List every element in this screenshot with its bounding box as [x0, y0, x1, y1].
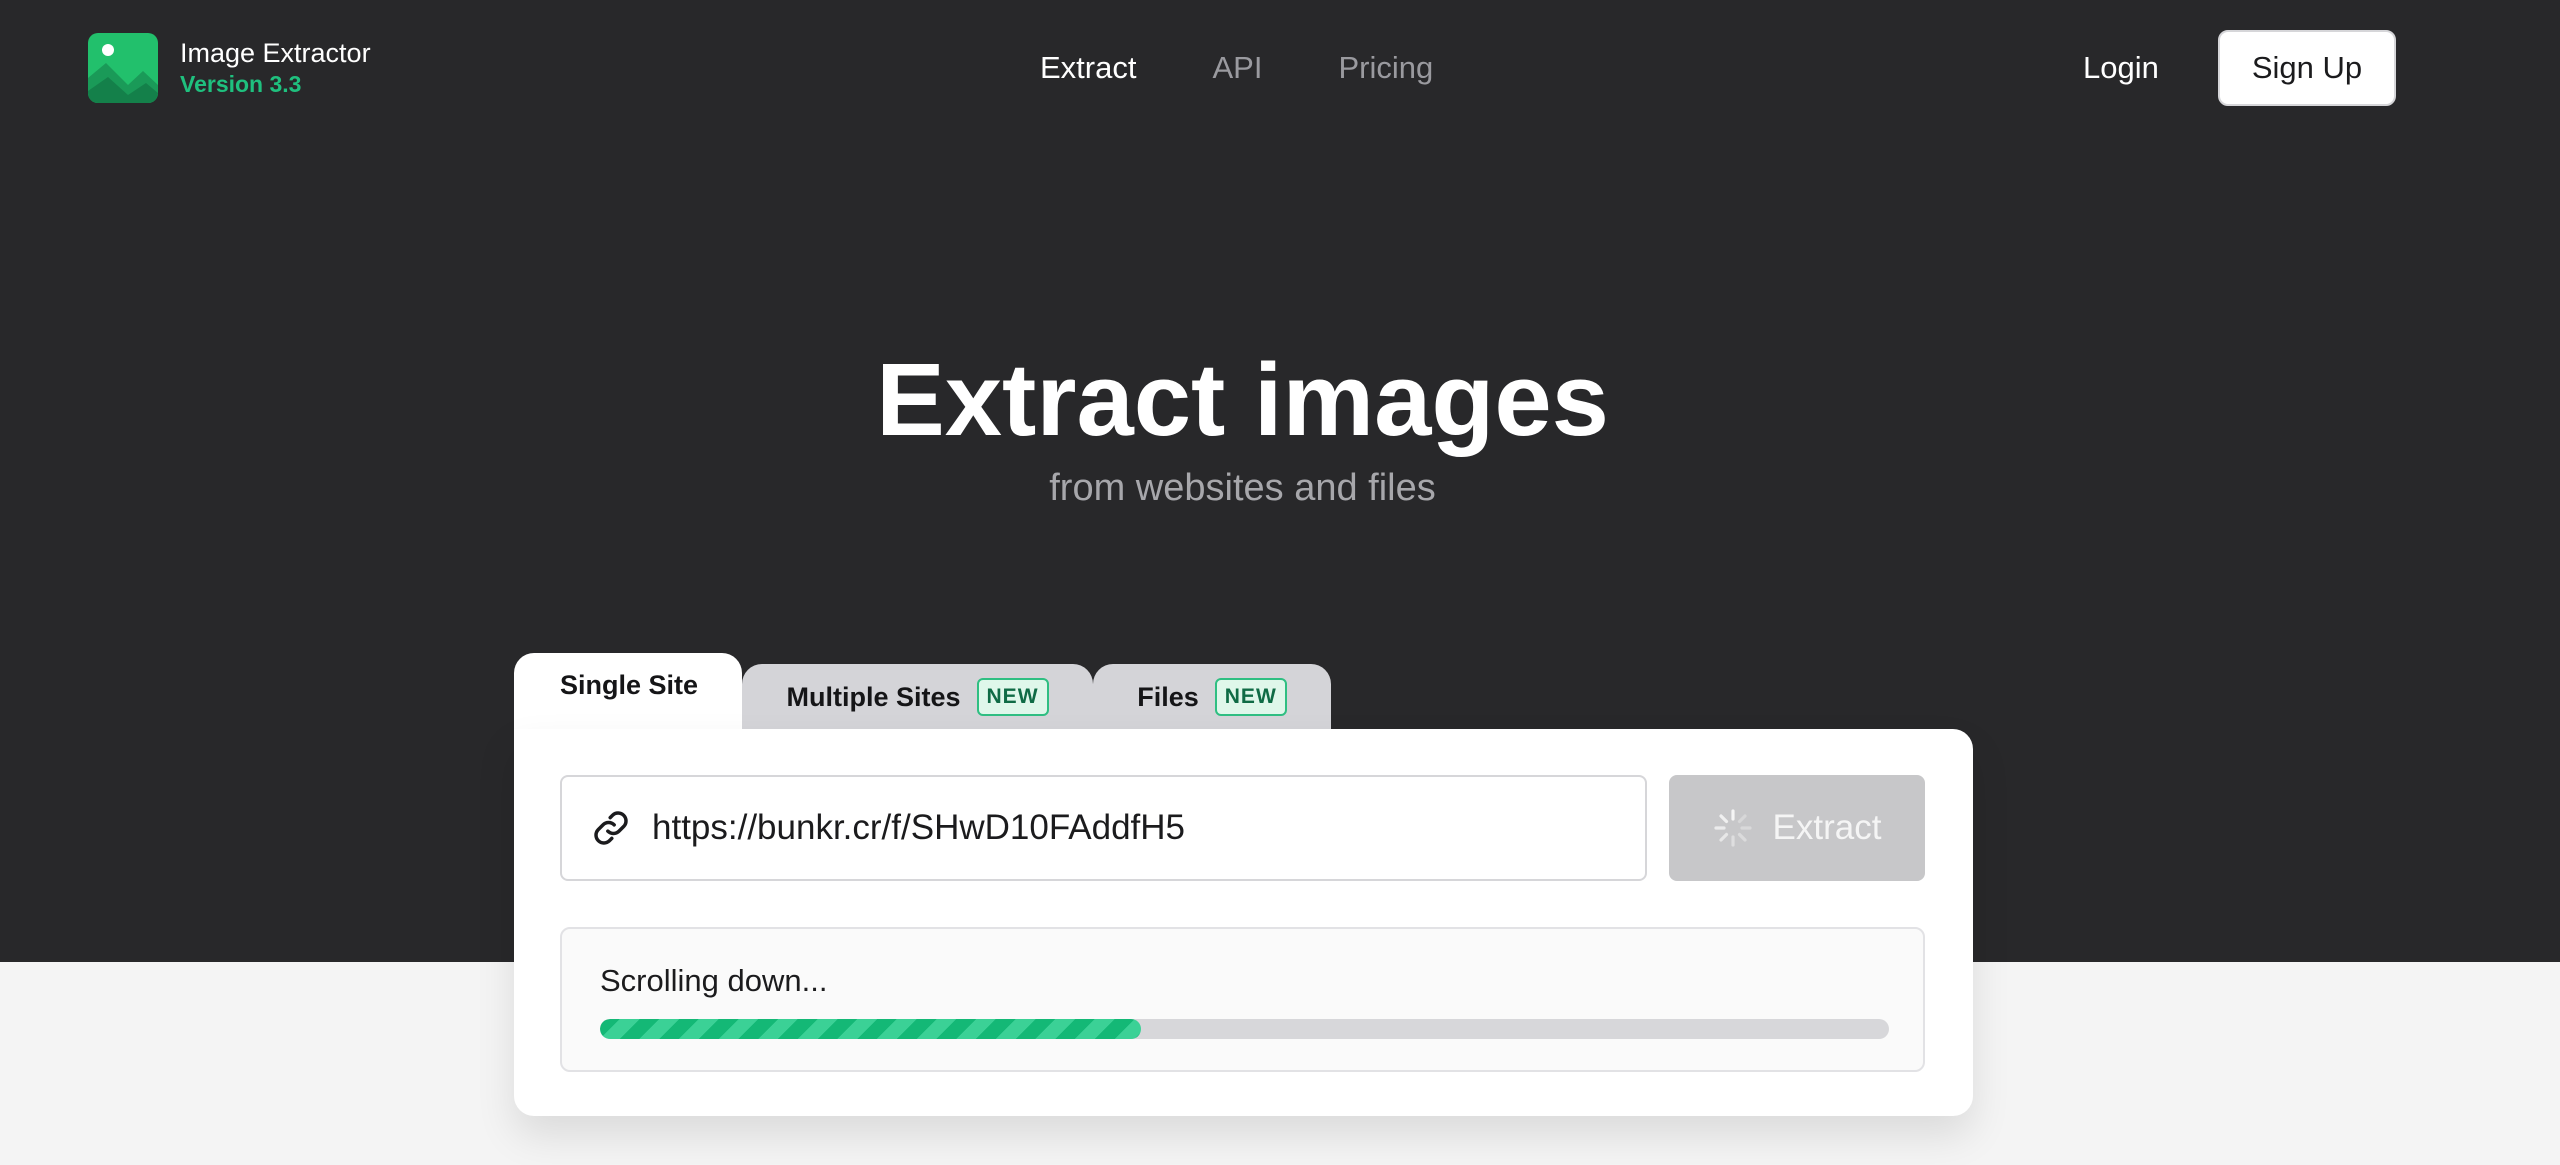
app-version: Version 3.3	[180, 71, 302, 97]
url-input-value: https://bunkr.cr/f/SHwD10FAddfH5	[652, 808, 1186, 847]
nav-api[interactable]: API	[1212, 50, 1262, 86]
progress-status: Scrolling down...	[600, 963, 828, 998]
login-link[interactable]: Login	[2083, 50, 2159, 86]
spinner-icon	[1713, 809, 1752, 847]
extract-button-label: Extract	[1772, 808, 1882, 847]
nav-pricing[interactable]: Pricing	[1338, 50, 1433, 86]
progress-fill	[600, 1019, 1142, 1039]
tab-files[interactable]: Files NEW	[1093, 664, 1331, 730]
link-icon	[594, 811, 628, 845]
new-badge: NEW	[976, 678, 1049, 716]
tab-single-site[interactable]: Single Site	[514, 653, 742, 731]
url-input[interactable]: https://bunkr.cr/f/SHwD10FAddfH5	[560, 775, 1647, 881]
mountain-image-icon	[88, 33, 158, 103]
progress-bar	[600, 1019, 1889, 1039]
extract-card: https://bunkr.cr/f/SHwD10FAddfH5 Extract…	[514, 729, 1973, 1116]
signup-button[interactable]: Sign Up	[2218, 30, 2396, 106]
main-nav: Extract API Pricing	[1040, 50, 1509, 86]
new-badge: NEW	[1214, 678, 1287, 716]
hero-title: Extract images	[876, 342, 1609, 457]
app-title: Image Extractor	[180, 38, 371, 68]
app-logo[interactable]: Image Extractor Version 3.3	[88, 33, 371, 103]
nav-extract[interactable]: Extract	[1040, 50, 1136, 86]
hero-subtitle: from websites and files	[1049, 467, 1436, 509]
tab-label: Files	[1137, 681, 1199, 712]
progress-panel: Scrolling down...	[560, 927, 1925, 1072]
tab-multiple-sites[interactable]: Multiple Sites NEW	[742, 664, 1093, 730]
extract-button[interactable]: Extract	[1669, 775, 1925, 881]
tab-label: Single Site	[560, 669, 699, 700]
tab-label: Multiple Sites	[786, 681, 961, 712]
